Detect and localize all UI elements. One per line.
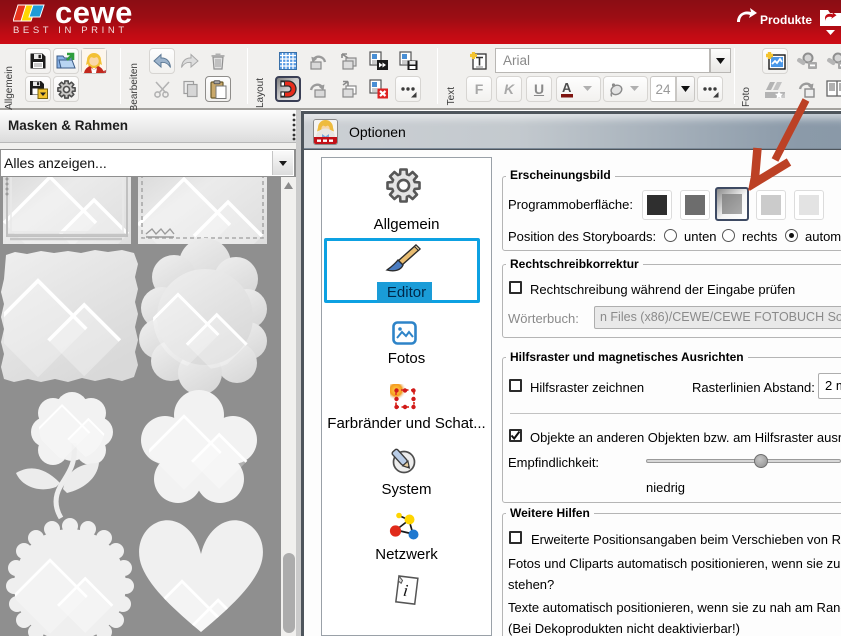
svg-text:A: A: [562, 80, 572, 95]
